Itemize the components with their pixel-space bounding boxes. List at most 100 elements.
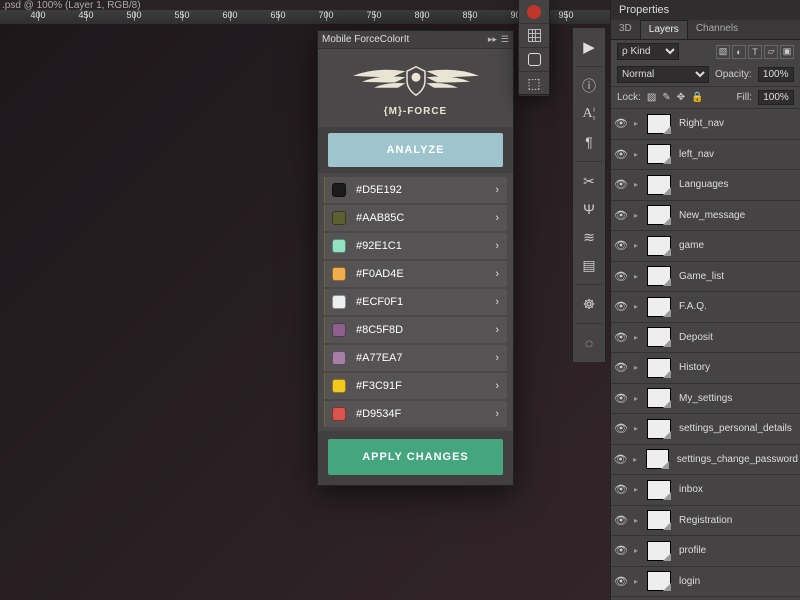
expand-icon[interactable]: ▸ bbox=[631, 424, 641, 433]
fill-field[interactable] bbox=[758, 90, 794, 105]
layer-row[interactable]: 👁▸inbox bbox=[611, 475, 800, 506]
color-row[interactable]: #A77EA7› bbox=[324, 345, 507, 371]
filter-shape-icon[interactable]: ▱ bbox=[764, 45, 778, 59]
chevron-right-icon[interactable]: › bbox=[495, 324, 499, 336]
layer-row[interactable]: 👁▸New_message bbox=[611, 201, 800, 232]
expand-icon[interactable]: ▸ bbox=[631, 516, 641, 525]
lock-all-icon[interactable]: 🔒 bbox=[691, 92, 703, 103]
layer-thumbnail[interactable] bbox=[647, 541, 671, 561]
expand-icon[interactable]: ▸ bbox=[631, 150, 641, 159]
visibility-eye-icon[interactable]: 👁 bbox=[613, 239, 629, 252]
filter-smart-icon[interactable]: ▣ bbox=[780, 45, 794, 59]
expand-icon[interactable]: ▸ bbox=[630, 455, 640, 464]
layer-thumbnail[interactable] bbox=[646, 449, 669, 469]
panel-menu-icon[interactable]: ☰ bbox=[501, 34, 509, 45]
color-row[interactable]: #ECF0F1› bbox=[324, 289, 507, 315]
chevron-right-icon[interactable]: › bbox=[495, 352, 499, 364]
expand-icon[interactable]: ▸ bbox=[631, 180, 641, 189]
layer-thumbnail[interactable] bbox=[647, 480, 671, 500]
expand-icon[interactable]: ▸ bbox=[631, 546, 641, 555]
layer-row[interactable]: 👁▸profile bbox=[611, 536, 800, 567]
visibility-eye-icon[interactable]: 👁 bbox=[613, 117, 629, 130]
layer-thumbnail[interactable] bbox=[647, 327, 671, 347]
chevron-right-icon[interactable]: › bbox=[495, 240, 499, 252]
tab-channels[interactable]: Channels bbox=[688, 20, 746, 39]
visibility-eye-icon[interactable]: 👁 bbox=[613, 422, 629, 435]
layer-row[interactable]: 👁▸My_settings bbox=[611, 384, 800, 415]
tooth-icon[interactable]: ⬚ bbox=[519, 72, 549, 96]
type-icon[interactable]: A¦ bbox=[575, 101, 603, 127]
visibility-eye-icon[interactable]: 👁 bbox=[613, 483, 629, 496]
visibility-eye-icon[interactable]: 👁 bbox=[613, 514, 629, 527]
expand-icon[interactable]: ▸ bbox=[631, 302, 641, 311]
layer-thumbnail[interactable] bbox=[647, 571, 671, 591]
expand-icon[interactable]: ▸ bbox=[631, 577, 641, 586]
fork-icon[interactable]: Ψ bbox=[575, 196, 603, 222]
info-icon[interactable]: ⓘ bbox=[575, 73, 603, 99]
filter-type-icon[interactable]: T bbox=[748, 45, 762, 59]
layer-thumbnail[interactable] bbox=[647, 266, 671, 286]
chevron-right-icon[interactable]: › bbox=[495, 380, 499, 392]
sync-icon[interactable]: ◌ bbox=[575, 330, 603, 356]
layer-row[interactable]: 👁▸settings_change_password bbox=[611, 445, 800, 476]
visibility-eye-icon[interactable]: 👁 bbox=[613, 392, 629, 405]
layer-row[interactable]: 👁▸login bbox=[611, 567, 800, 598]
blend-mode-select[interactable]: Normal bbox=[617, 66, 709, 83]
layer-thumbnail[interactable] bbox=[647, 297, 671, 317]
layer-row[interactable]: 👁▸F.A.Q. bbox=[611, 292, 800, 323]
visibility-eye-icon[interactable]: 👁 bbox=[613, 148, 629, 161]
record-icon[interactable] bbox=[519, 0, 549, 24]
analyze-button[interactable]: ANALYZE bbox=[328, 133, 503, 167]
document-canvas[interactable] bbox=[0, 24, 610, 600]
lock-brush-icon[interactable]: ✎ bbox=[662, 92, 670, 103]
chevron-right-icon[interactable]: › bbox=[495, 184, 499, 196]
visibility-eye-icon[interactable]: 👁 bbox=[613, 331, 629, 344]
layer-row[interactable]: 👁▸Right_nav bbox=[611, 109, 800, 140]
layer-row[interactable]: 👁▸Game_list bbox=[611, 262, 800, 293]
layer-thumbnail[interactable] bbox=[647, 236, 671, 256]
layer-row[interactable]: 👁▸Deposit bbox=[611, 323, 800, 354]
tab-layers[interactable]: Layers bbox=[640, 20, 688, 39]
expand-icon[interactable]: ▸ bbox=[631, 211, 641, 220]
chevron-right-icon[interactable]: › bbox=[495, 212, 499, 224]
paragraph-icon[interactable]: ¶ bbox=[575, 129, 603, 155]
color-row[interactable]: #D5E192› bbox=[324, 177, 507, 203]
apply-changes-button[interactable]: APPLY CHANGES bbox=[328, 439, 503, 475]
note-icon[interactable]: ▤ bbox=[575, 252, 603, 278]
color-row[interactable]: #F3C91F› bbox=[324, 373, 507, 399]
layer-row[interactable]: 👁▸Registration bbox=[611, 506, 800, 537]
layer-filter-icons[interactable]: ▧ ◐ T ▱ ▣ bbox=[716, 45, 794, 59]
expand-icon[interactable]: ▸ bbox=[631, 119, 641, 128]
layer-row[interactable]: 👁▸game bbox=[611, 231, 800, 262]
square-icon[interactable] bbox=[519, 48, 549, 72]
brush-icon[interactable]: ≋ bbox=[575, 224, 603, 250]
layer-thumbnail[interactable] bbox=[647, 205, 671, 225]
color-row[interactable]: #F0AD4E› bbox=[324, 261, 507, 287]
visibility-eye-icon[interactable]: 👁 bbox=[613, 361, 629, 374]
mobile-forcecolorit-panel[interactable]: Mobile ForceColorIt ▸▸ ☰ {M}-FORC bbox=[317, 30, 514, 486]
expand-icon[interactable]: ▸ bbox=[631, 241, 641, 250]
view-options-popover[interactable]: ⬚ bbox=[518, 0, 550, 95]
layer-thumbnail[interactable] bbox=[647, 388, 671, 408]
layer-thumbnail[interactable] bbox=[647, 175, 671, 195]
layer-row[interactable]: 👁▸settings_personal_details bbox=[611, 414, 800, 445]
play-icon[interactable]: ▶ bbox=[575, 34, 603, 60]
expand-icon[interactable]: ▸ bbox=[631, 272, 641, 281]
grid-icon[interactable] bbox=[519, 24, 549, 48]
chevron-right-icon[interactable]: › bbox=[495, 268, 499, 280]
layer-thumbnail[interactable] bbox=[647, 114, 671, 134]
expand-icon[interactable]: ▸ bbox=[631, 333, 641, 342]
layer-row[interactable]: 👁▸left_nav bbox=[611, 140, 800, 171]
palette-icon[interactable]: ☸ bbox=[575, 291, 603, 317]
color-row[interactable]: #8C5F8D› bbox=[324, 317, 507, 343]
visibility-eye-icon[interactable]: 👁 bbox=[613, 209, 629, 222]
expand-icon[interactable]: ▸ bbox=[631, 363, 641, 372]
expand-icon[interactable]: ▸ bbox=[631, 485, 641, 494]
visibility-eye-icon[interactable]: 👁 bbox=[613, 453, 628, 466]
visibility-eye-icon[interactable]: 👁 bbox=[613, 178, 629, 191]
visibility-eye-icon[interactable]: 👁 bbox=[613, 270, 629, 283]
layer-row[interactable]: 👁▸Languages bbox=[611, 170, 800, 201]
visibility-eye-icon[interactable]: 👁 bbox=[613, 300, 629, 313]
layer-thumbnail[interactable] bbox=[647, 419, 671, 439]
layer-thumbnail[interactable] bbox=[647, 510, 671, 530]
